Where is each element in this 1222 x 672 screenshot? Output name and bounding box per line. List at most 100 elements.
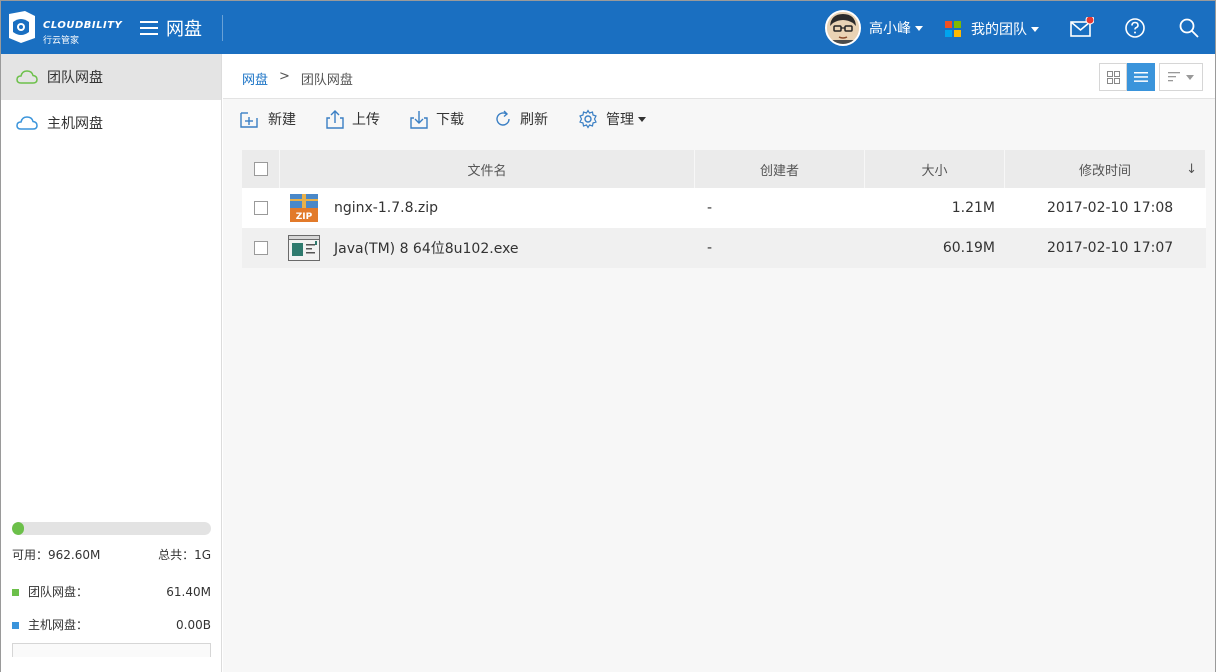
list-view-button[interactable] bbox=[1127, 63, 1155, 91]
grid-view-button[interactable] bbox=[1099, 63, 1127, 91]
app-window: CLOUDBILITY 行云管家 网盘 高小峰 我的团队 团队网盘 主机网盘 可… bbox=[0, 0, 1216, 672]
search-button[interactable] bbox=[1178, 17, 1200, 39]
host-drive-usage-label: 主机网盘： bbox=[28, 618, 89, 632]
avatar-face-icon bbox=[827, 12, 859, 44]
file-name[interactable]: Java(TM) 8 64位8u102.exe bbox=[334, 238, 519, 258]
view-switcher bbox=[1099, 63, 1203, 91]
column-header-modified[interactable]: 修改时间 ↓ bbox=[1005, 150, 1206, 188]
storage-progress-fill bbox=[12, 522, 24, 535]
chevron-down-icon bbox=[1186, 74, 1194, 80]
sidebar-item-label: 主机网盘 bbox=[47, 116, 103, 132]
new-button[interactable]: 新建 bbox=[240, 109, 296, 129]
host-drive-usage-value: 0.00B bbox=[176, 617, 211, 632]
search-icon bbox=[1179, 18, 1199, 38]
manage-button-label: 管理 bbox=[606, 112, 634, 128]
help-icon bbox=[1125, 18, 1145, 38]
sidebar-item-label: 团队网盘 bbox=[47, 70, 103, 86]
breadcrumb: 网盘 > 团队网盘 bbox=[242, 69, 353, 88]
file-toolbar: 新建 上传 下载 刷新 管理 bbox=[240, 109, 676, 129]
table-row[interactable]: ZIP nginx-1.7.8.zip - 1.21M 2017-02-10 1… bbox=[242, 188, 1206, 228]
chevron-down-icon bbox=[1031, 26, 1039, 32]
sidebar-item-team-drive[interactable]: 团队网盘 bbox=[1, 54, 221, 100]
download-icon bbox=[410, 110, 428, 129]
download-button-label: 下载 bbox=[436, 112, 464, 128]
file-size: 60.19M bbox=[942, 240, 995, 256]
messages-button[interactable] bbox=[1070, 15, 1095, 39]
column-header-size[interactable]: 大小 bbox=[865, 150, 1005, 188]
logo-icon bbox=[9, 11, 35, 43]
breadcrumb-root-link[interactable]: 网盘 bbox=[242, 69, 268, 88]
breadcrumb-separator: > bbox=[279, 69, 290, 84]
file-table: 文件名 创建者 大小 修改时间 ↓ ZIP nginx-1.7.8.zip - … bbox=[242, 150, 1206, 268]
table-row[interactable]: Java(TM) 8 64位8u102.exe - 60.19M 2017-02… bbox=[242, 228, 1206, 268]
avatar bbox=[825, 10, 861, 46]
upload-button-label: 上传 bbox=[352, 112, 380, 128]
user-name: 高小峰 bbox=[869, 21, 911, 37]
team-drive-usage-label: 团队网盘： bbox=[28, 585, 89, 599]
column-header-modified-label: 修改时间 bbox=[1078, 163, 1131, 179]
team-drive-legend-swatch bbox=[12, 589, 19, 596]
chevron-down-icon bbox=[638, 116, 646, 122]
sort-lines-icon bbox=[1168, 72, 1180, 82]
column-header-name[interactable]: 文件名 bbox=[280, 150, 695, 188]
mail-icon bbox=[1070, 15, 1095, 37]
host-drive-legend-swatch bbox=[12, 622, 19, 629]
sidebar: 团队网盘 主机网盘 可用：962.60M 总共：1G 团队网盘： 61.40M … bbox=[1, 54, 222, 672]
storage-upgrade-button[interactable] bbox=[12, 643, 211, 657]
download-button[interactable]: 下载 bbox=[410, 109, 464, 129]
svg-text:ZIP: ZIP bbox=[296, 212, 313, 222]
column-header-creator[interactable]: 创建者 bbox=[695, 150, 865, 188]
sidebar-item-host-drive[interactable]: 主机网盘 bbox=[1, 100, 221, 146]
table-header: 文件名 创建者 大小 修改时间 ↓ bbox=[242, 150, 1206, 188]
row-checkbox[interactable] bbox=[254, 241, 268, 255]
header-divider bbox=[222, 15, 223, 41]
sort-desc-icon: ↓ bbox=[1186, 161, 1197, 177]
team-label: 我的团队 bbox=[971, 22, 1027, 38]
new-button-label: 新建 bbox=[268, 112, 296, 128]
user-menu[interactable]: 高小峰 bbox=[825, 10, 923, 46]
sort-options-button[interactable] bbox=[1159, 63, 1203, 91]
logo-subtitle: 行云管家 bbox=[43, 36, 80, 46]
grid-icon bbox=[1106, 70, 1120, 84]
cloud-icon bbox=[16, 70, 38, 84]
exe-file-icon bbox=[288, 235, 320, 261]
file-creator: - bbox=[707, 200, 713, 216]
select-all-checkbox[interactable] bbox=[253, 162, 268, 176]
team-drive-usage-value: 61.40M bbox=[166, 584, 211, 599]
windows-logo-icon bbox=[945, 21, 961, 37]
breadcrumb-bar: 网盘 > 团队网盘 bbox=[223, 54, 1215, 99]
hamburger-icon bbox=[140, 21, 158, 35]
manage-menu-button[interactable]: 管理 bbox=[578, 109, 646, 129]
header-checkbox-cell bbox=[242, 150, 280, 188]
file-size: 1.21M bbox=[951, 200, 995, 216]
refresh-icon bbox=[496, 110, 510, 126]
brand-logo[interactable]: CLOUDBILITY 行云管家 bbox=[7, 10, 122, 46]
chevron-down-icon bbox=[915, 25, 923, 31]
file-creator: - bbox=[707, 240, 713, 256]
team-switcher[interactable]: 我的团队 bbox=[945, 19, 1039, 39]
upload-button[interactable]: 上传 bbox=[326, 109, 380, 129]
row-checkbox[interactable] bbox=[254, 201, 268, 215]
upload-icon bbox=[326, 109, 344, 129]
breadcrumb-current: 团队网盘 bbox=[300, 73, 353, 88]
new-folder-icon bbox=[240, 112, 258, 128]
cloud-icon bbox=[16, 116, 38, 130]
storage-available: 可用：962.60M bbox=[12, 548, 101, 562]
top-bar: CLOUDBILITY 行云管家 网盘 高小峰 我的团队 bbox=[1, 1, 1215, 54]
logo-wordmark: CLOUDBILITY bbox=[43, 20, 123, 31]
refresh-button[interactable]: 刷新 bbox=[494, 109, 548, 129]
zip-file-icon: ZIP bbox=[290, 194, 318, 222]
help-button[interactable] bbox=[1124, 17, 1146, 39]
menu-toggle-button[interactable]: 网盘 bbox=[140, 16, 202, 40]
gear-icon bbox=[579, 109, 597, 129]
storage-progress-bar bbox=[12, 522, 211, 535]
file-modified: 2017-02-10 17:07 bbox=[1047, 240, 1174, 256]
notification-dot bbox=[1085, 15, 1095, 25]
refresh-button-label: 刷新 bbox=[520, 112, 548, 128]
app-title: 网盘 bbox=[166, 19, 202, 40]
file-modified: 2017-02-10 17:08 bbox=[1047, 200, 1174, 216]
list-icon bbox=[1134, 72, 1148, 82]
main-panel: 网盘 > 团队网盘 新建 上传 下载 刷新 管理 文件名 创建者 大小 修改时间… bbox=[223, 54, 1215, 672]
file-name[interactable]: nginx-1.7.8.zip bbox=[334, 200, 438, 216]
storage-total: 总共：1G bbox=[158, 548, 211, 562]
